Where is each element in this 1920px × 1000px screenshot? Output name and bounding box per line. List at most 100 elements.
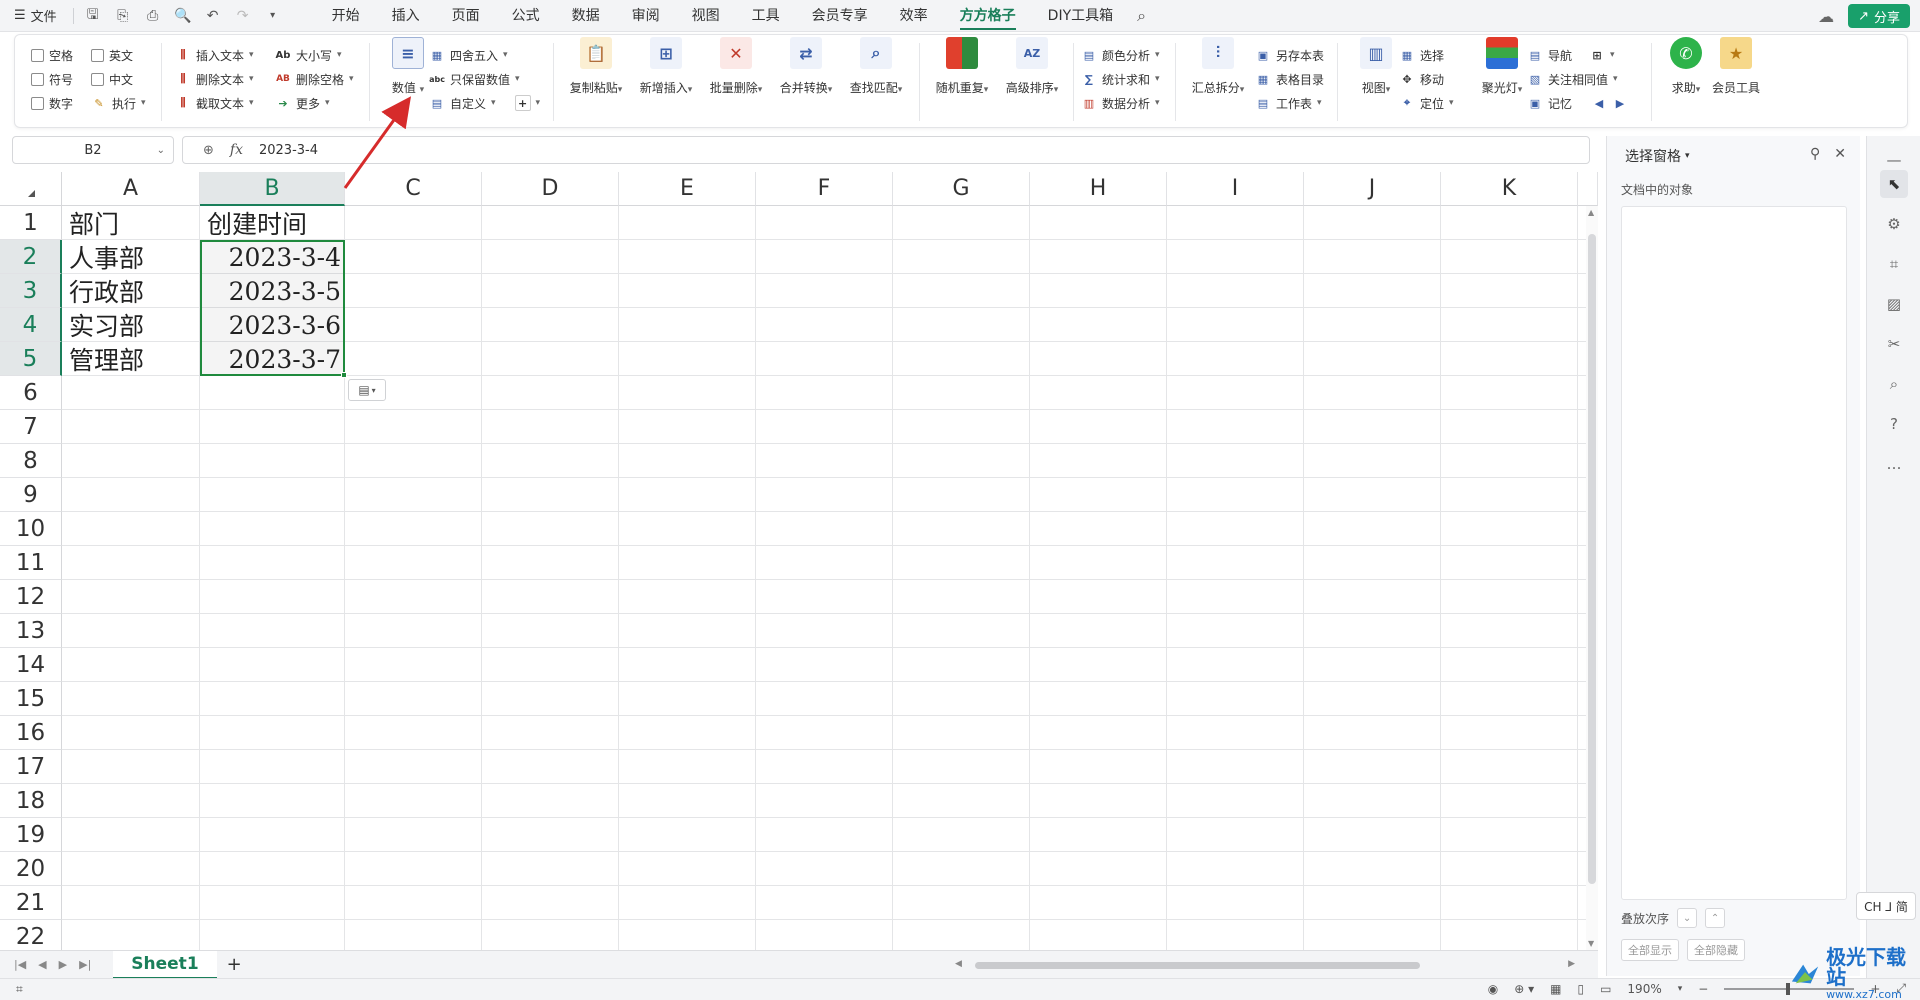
row-header-11[interactable]: 11 xyxy=(0,546,62,580)
normal-view-icon[interactable]: ▦ xyxy=(1550,982,1561,996)
cell-a3[interactable]: 行政部 xyxy=(62,274,200,308)
save-sheet-button[interactable]: ▣ 另存本表 xyxy=(1255,43,1324,67)
move-up-button[interactable]: ⌃ xyxy=(1705,908,1726,928)
row-header-22[interactable]: 22 xyxy=(0,920,62,950)
checkbox-symbol[interactable]: 符号 xyxy=(31,67,73,91)
move-down-button[interactable]: ⌄ xyxy=(1677,908,1698,928)
row-header-20[interactable]: 20 xyxy=(0,852,62,886)
close-icon[interactable]: ✕ xyxy=(1834,146,1846,162)
row-header-2[interactable]: 2 xyxy=(0,240,62,274)
tab-efficiency[interactable]: 效率 xyxy=(884,0,944,32)
data-analysis-button[interactable]: ▥ 数据分析 ▾ xyxy=(1081,91,1160,115)
zoom-out-icon[interactable]: − xyxy=(1698,982,1708,996)
tools-icon[interactable]: ✂ xyxy=(1880,330,1908,358)
tab-formula[interactable]: 公式 xyxy=(496,0,556,32)
same-value-button[interactable]: ▧ 关注相同值 ▾ xyxy=(1527,67,1628,91)
checkbox[interactable] xyxy=(31,72,44,86)
last-sheet-icon[interactable]: ▶| xyxy=(79,958,91,971)
next-icon[interactable]: ▶ xyxy=(1612,95,1628,111)
tab-home[interactable]: 开始 xyxy=(316,0,376,32)
prev-icon[interactable]: ◀ xyxy=(1591,95,1607,111)
add-sheet-button[interactable]: + xyxy=(227,954,242,975)
tab-view[interactable]: 视图 xyxy=(676,0,736,32)
zoom-formula-icon[interactable]: ⊕ xyxy=(203,143,214,158)
next-sheet-icon[interactable]: ▶ xyxy=(59,958,67,971)
tab-page[interactable]: 页面 xyxy=(436,0,496,32)
row-header-18[interactable]: 18 xyxy=(0,784,62,818)
sheet-tab-sheet1[interactable]: Sheet1 xyxy=(113,950,217,979)
merge-convert-button[interactable]: ⇄ 合并转换▾ xyxy=(773,35,839,96)
prev-sheet-icon[interactable]: ◀ xyxy=(38,958,46,971)
vertical-scrollbar[interactable]: ▲ ▼ xyxy=(1586,206,1598,950)
cell-b1[interactable]: 创建时间 xyxy=(200,206,345,240)
keep-value-button[interactable]: abc 只保留数值 ▾ xyxy=(429,67,540,91)
tab-diy-toolbox[interactable]: DIY工具箱 xyxy=(1032,0,1129,32)
help-icon[interactable]: ? xyxy=(1880,410,1908,438)
execute-button[interactable]: ✎ 执行 ▾ xyxy=(91,91,145,115)
cloud-icon[interactable]: ☁ xyxy=(1818,7,1834,26)
column-header-e[interactable]: E xyxy=(619,172,756,206)
spreadsheet-grid[interactable]: A B C D E F G H I J K 1 2 3 4 5 6 7 8 9 10 11 12 13 1… xyxy=(0,172,1598,950)
column-header-j[interactable]: J xyxy=(1304,172,1441,206)
find-match-button[interactable]: ⌕ 查找匹配▾ xyxy=(843,35,909,96)
macro-icon[interactable]: ⌗ xyxy=(0,982,23,997)
undo-icon[interactable]: ↶ xyxy=(200,4,226,28)
cell-b5[interactable]: 2023-3-7 xyxy=(200,342,345,376)
hide-all-button[interactable]: 全部隐藏 xyxy=(1687,939,1745,961)
column-header-f[interactable]: F xyxy=(756,172,893,206)
crop-icon[interactable]: ⌗ xyxy=(1880,250,1908,278)
select-button[interactable]: ▦ 选择 xyxy=(1399,43,1454,67)
insert-text-button[interactable]: ⫼ 插入文本 ▾ xyxy=(175,43,253,67)
grid-select-icon[interactable]: ⊞ xyxy=(1589,47,1605,63)
objects-list[interactable] xyxy=(1621,206,1847,900)
column-header-h[interactable]: H xyxy=(1030,172,1167,206)
cell-a4[interactable]: 实习部 xyxy=(62,308,200,342)
column-header-a[interactable]: A xyxy=(62,172,200,206)
show-all-button[interactable]: 全部显示 xyxy=(1621,939,1679,961)
print-icon[interactable]: ⎙ xyxy=(140,4,166,28)
chevron-down-icon[interactable]: ▾ xyxy=(260,4,286,28)
chevron-down-icon[interactable]: ▾ xyxy=(1610,50,1615,60)
worksheet-button[interactable]: ▤ 工作表 ▾ xyxy=(1255,91,1324,115)
locate-button[interactable]: ⌖ 定位 ▾ xyxy=(1399,91,1454,115)
color-analysis-button[interactable]: ▤ 颜色分析 ▾ xyxy=(1081,43,1160,67)
chevron-down-icon[interactable]: ▾ xyxy=(536,98,541,108)
checkbox-chinese[interactable]: 中文 xyxy=(91,67,146,91)
column-header-i[interactable]: I xyxy=(1167,172,1304,206)
row-header-14[interactable]: 14 xyxy=(0,648,62,682)
row-header-19[interactable]: 19 xyxy=(0,818,62,852)
row-header-7[interactable]: 7 xyxy=(0,410,62,444)
plus-icon[interactable]: + xyxy=(514,95,531,111)
extract-text-button[interactable]: ⫼ 截取文本 ▾ xyxy=(175,91,253,115)
copy-paste-button[interactable]: 📋 复制粘贴▾ xyxy=(563,35,629,96)
tab-fangfanggezi[interactable]: 方方格子 xyxy=(944,0,1032,32)
horizontal-scroll-thumb[interactable] xyxy=(975,962,1420,969)
view-mode-icon[interactable]: ⊕ ▾ xyxy=(1514,982,1534,996)
checkbox[interactable] xyxy=(31,96,44,110)
page-break-icon[interactable]: ▭ xyxy=(1600,982,1611,996)
scroll-right-icon[interactable]: ▶ xyxy=(1568,959,1575,969)
tab-tools[interactable]: 工具 xyxy=(736,0,796,32)
table-index-button[interactable]: ▦ 表格目录 xyxy=(1255,67,1324,91)
ime-indicator[interactable]: CH ⅃ 简 xyxy=(1856,892,1916,920)
adjust-icon[interactable]: ⚙ xyxy=(1880,210,1908,238)
formula-value[interactable]: 2023-3-4 xyxy=(259,143,318,158)
new-insert-button[interactable]: ⊞ 新增插入▾ xyxy=(633,35,699,96)
row-header-12[interactable]: 12 xyxy=(0,580,62,614)
chevron-down-icon[interactable]: ▾ xyxy=(1678,984,1683,994)
column-header-g[interactable]: G xyxy=(893,172,1030,206)
spotlight-button[interactable]: 聚光灯▾ xyxy=(1469,35,1535,96)
column-header-k[interactable]: K xyxy=(1441,172,1578,206)
export-pdf-icon[interactable]: ⎘ xyxy=(110,4,136,28)
advanced-sort-button[interactable]: AZ 高级排序▾ xyxy=(999,35,1065,96)
chart-icon[interactable]: ▨ xyxy=(1880,290,1908,318)
row-header-13[interactable]: 13 xyxy=(0,614,62,648)
batch-delete-button[interactable]: ✕ 批量删除▾ xyxy=(703,35,769,96)
file-menu[interactable]: ☰ 文件 xyxy=(0,6,67,25)
delete-text-button[interactable]: ⫼ 删除文本 ▾ xyxy=(175,67,253,91)
zoom-level[interactable]: 190% xyxy=(1627,982,1661,996)
memory-button[interactable]: ▣ 记忆 ◀ ▶ xyxy=(1527,91,1628,115)
checkbox[interactable] xyxy=(91,48,104,62)
chevron-down-icon[interactable]: ⌄ xyxy=(157,145,165,156)
scroll-up-icon[interactable]: ▲ xyxy=(1588,208,1594,217)
